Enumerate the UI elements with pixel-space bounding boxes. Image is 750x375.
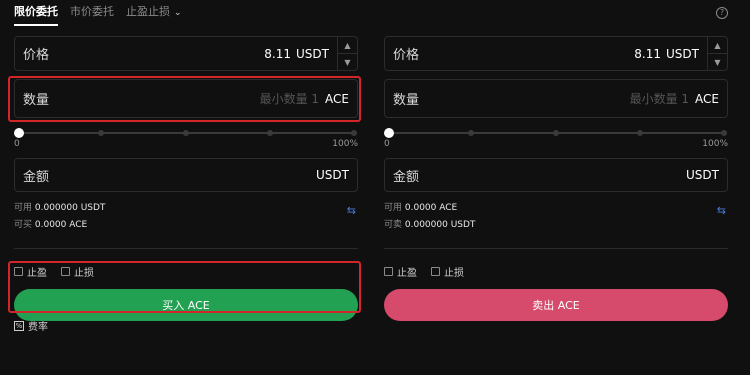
buy-amount-slider[interactable] — [14, 128, 358, 138]
buy-take-profit-checkbox[interactable]: 止盈 — [14, 264, 47, 279]
buy-total-field[interactable]: 金额 USDT — [14, 158, 358, 192]
sell-tpsl-options: 止盈 止损 — [384, 264, 728, 279]
buy-balance-info: 可用 0.000000 USDT 可买 0.0000 ACE ⇆ — [14, 202, 356, 230]
buy-total-unit: USDT — [316, 168, 349, 182]
sell-balance-info: 可用 0.0000 ACE 可卖 0.000000 USDT ⇆ — [384, 202, 726, 230]
sell-quantity-value: 最小数量 1 ACE — [630, 90, 719, 107]
sell-quantity-unit: ACE — [695, 92, 719, 106]
sell-quantity-field[interactable]: 数量 最小数量 1 ACE — [384, 79, 728, 118]
tab-tpsl-label: 止盈止损 — [126, 5, 170, 18]
buy-available-value: 0.000000 USDT — [34, 203, 106, 213]
tab-tpsl-order[interactable]: 止盈止损 ⌄ — [126, 0, 182, 26]
sell-can-sell-value: 0.000000 USDT — [404, 220, 476, 230]
buy-quantity-field[interactable]: 数量 最小数量 1 ACE — [14, 79, 358, 118]
chevron-up-icon[interactable]: ▲ — [708, 37, 727, 54]
fee-rate-link[interactable]: % 费率 — [14, 318, 48, 333]
order-type-tabs: 限价委托 市价委托 止盈止损 ⌄ — [14, 0, 194, 26]
sell-total-label: 金额 — [393, 169, 420, 185]
sell-price-value: 8.11 USDT — [634, 46, 699, 61]
buy-tpsl-options: 止盈 止损 — [14, 264, 358, 279]
buy-price-stepper[interactable]: ▲ ▼ — [337, 37, 357, 70]
sell-quantity-label: 数量 — [393, 93, 420, 108]
sell-price-stepper[interactable]: ▲ ▼ — [707, 37, 727, 70]
buy-quantity-placeholder: 最小数量 1 — [259, 92, 320, 106]
buy-total-label: 金额 — [23, 169, 50, 185]
buy-can-buy-value: 0.0000 ACE — [34, 220, 88, 230]
buy-quantity-label: 数量 — [23, 93, 50, 108]
chevron-down-icon: ⌄ — [174, 8, 182, 18]
buy-slider-scale: 0 100% — [14, 139, 358, 149]
buy-price-field[interactable]: 价格 8.11 USDT ▲ ▼ — [14, 36, 358, 71]
buy-button[interactable]: 买入 ACE — [14, 289, 358, 321]
chevron-down-icon[interactable]: ▼ — [338, 54, 357, 70]
sell-panel: 价格 8.11 USDT ▲ ▼ 数量 最小数量 1 ACE 0 100% 金额 US… — [384, 36, 728, 321]
chevron-down-icon[interactable]: ▼ — [708, 54, 727, 70]
buy-price-label: 价格 — [23, 48, 50, 63]
slider-handle[interactable] — [384, 128, 394, 138]
question-circle-icon[interactable]: ? — [716, 7, 728, 19]
sell-total-field[interactable]: 金额 USDT — [384, 158, 728, 192]
swap-icon[interactable]: ⇆ — [347, 202, 356, 219]
buy-panel: 价格 8.11 USDT ▲ ▼ 数量 最小数量 1 ACE 0 100% 金额 US… — [14, 36, 358, 321]
swap-icon[interactable]: ⇆ — [717, 202, 726, 219]
sell-stop-loss-checkbox[interactable]: 止损 — [431, 264, 464, 279]
sell-available-value: 0.0000 ACE — [404, 203, 458, 213]
sell-total-unit: USDT — [686, 168, 719, 182]
sell-price-field[interactable]: 价格 8.11 USDT ▲ ▼ — [384, 36, 728, 71]
buy-price-value: 8.11 USDT — [264, 46, 329, 61]
sell-price-label: 价格 — [393, 48, 420, 63]
fee-rate-label: 费率 — [28, 322, 48, 333]
buy-stop-loss-checkbox[interactable]: 止损 — [61, 264, 94, 279]
buy-quantity-unit: ACE — [325, 92, 349, 106]
sell-quantity-placeholder: 最小数量 1 — [629, 92, 690, 106]
sell-price-unit: USDT — [666, 46, 699, 61]
fee-icon: % — [14, 320, 24, 331]
slider-handle[interactable] — [14, 128, 24, 138]
sell-button[interactable]: 卖出 ACE — [384, 289, 728, 321]
buy-price-unit: USDT — [296, 46, 329, 61]
chevron-up-icon[interactable]: ▲ — [338, 37, 357, 54]
sell-slider-scale: 0 100% — [384, 139, 728, 149]
sell-amount-slider[interactable] — [384, 128, 728, 138]
buy-quantity-value: 最小数量 1 ACE — [260, 90, 349, 107]
tab-limit-order[interactable]: 限价委托 — [14, 0, 58, 26]
sell-take-profit-checkbox[interactable]: 止盈 — [384, 264, 417, 279]
tab-market-order[interactable]: 市价委托 — [70, 0, 114, 26]
